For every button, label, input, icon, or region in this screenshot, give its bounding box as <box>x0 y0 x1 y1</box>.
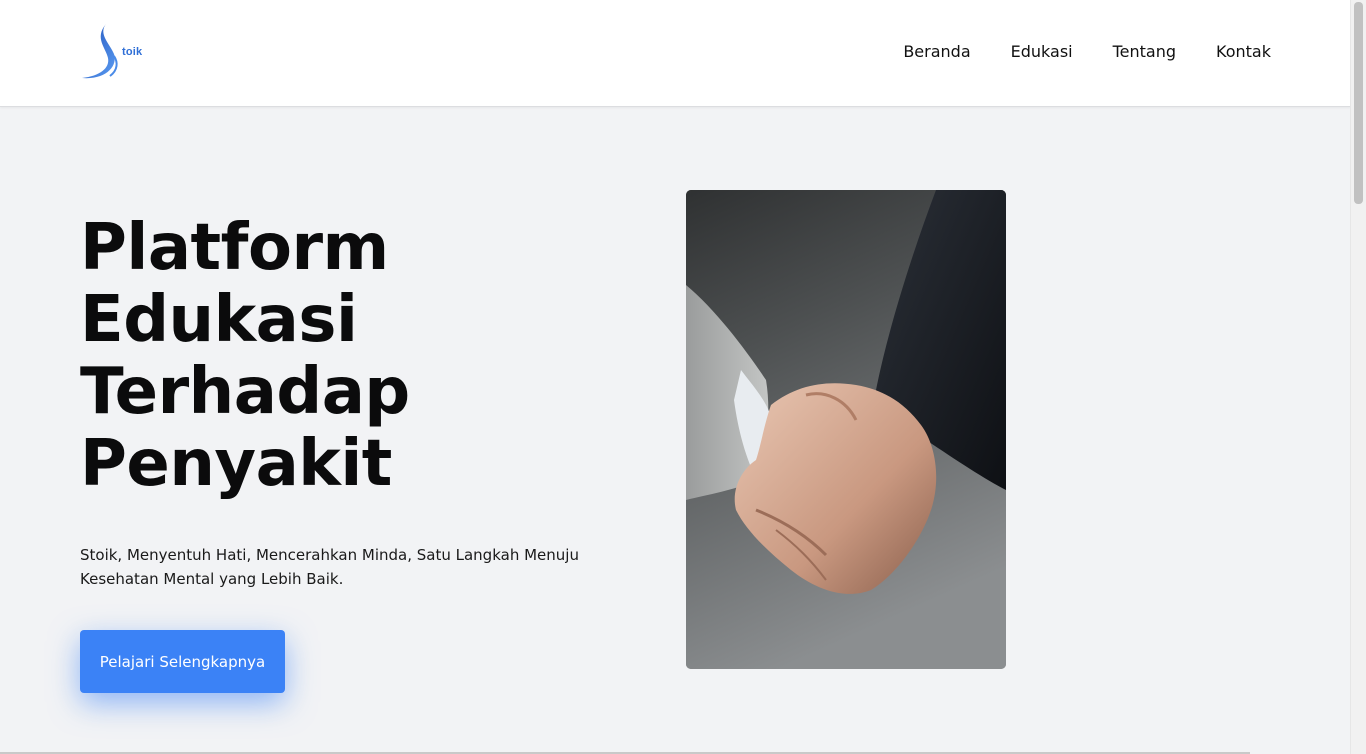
hero-title-line: Terhadap <box>80 355 410 429</box>
hero-subtitle: Stoik, Menyentuh Hati, Mencerahkan Minda… <box>80 546 579 588</box>
logo[interactable]: toik <box>80 22 144 82</box>
handshake-illustration <box>686 190 1006 669</box>
main-nav: Beranda Edukasi Tentang Kontak <box>903 42 1271 61</box>
hero-title-line: Platform <box>80 211 389 285</box>
learn-more-button[interactable]: Pelajari Selengkapnya <box>80 630 285 693</box>
nav-item-beranda[interactable]: Beranda <box>903 42 970 61</box>
nav-item-tentang[interactable]: Tentang <box>1113 42 1176 61</box>
hero-title-line: Penyakit <box>80 427 392 501</box>
scrollbar-thumb[interactable] <box>1354 2 1363 204</box>
nav-item-kontak[interactable]: Kontak <box>1216 42 1271 61</box>
handshake-image <box>686 190 1006 669</box>
nav-item-edukasi[interactable]: Edukasi <box>1011 42 1073 61</box>
logo-text: toik <box>122 46 143 58</box>
page: toik Beranda Edukasi Tentang Kontak Plat… <box>0 0 1366 754</box>
site-header: toik Beranda Edukasi Tentang Kontak <box>0 0 1351 107</box>
hero-title-line: Edukasi <box>80 283 358 357</box>
hero-title: Platform Edukasi Terhadap Penyakit <box>80 212 410 500</box>
vertical-scrollbar[interactable] <box>1350 0 1366 754</box>
